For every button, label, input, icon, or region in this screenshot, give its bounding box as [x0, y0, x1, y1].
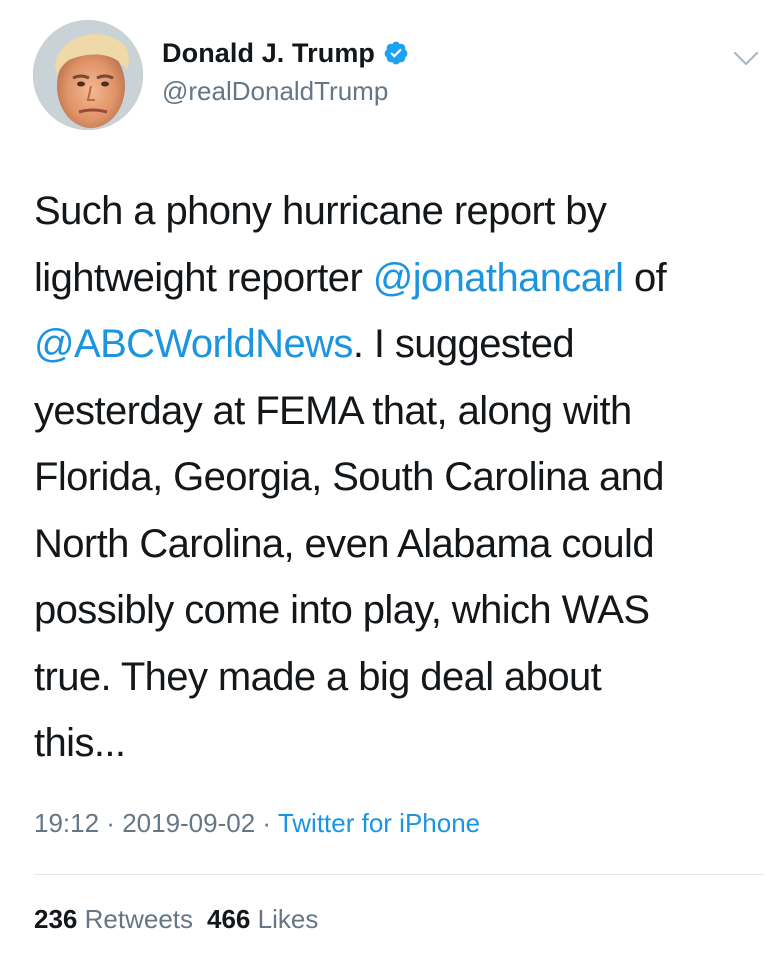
likes-stat[interactable]: 466 Likes: [207, 904, 318, 934]
likes-count: 466: [207, 904, 251, 934]
tweet-time[interactable]: 19:12: [34, 808, 99, 838]
meta-separator: ·: [255, 808, 278, 838]
profile-photo-icon: [33, 20, 143, 130]
tweet-date[interactable]: 2019-09-02: [122, 808, 255, 838]
tweet-card: Donald J. Trump @realDonaldTrump Such a …: [0, 0, 779, 960]
divider: [34, 874, 764, 875]
mention-link[interactable]: @jonathancarl: [373, 256, 624, 300]
display-name[interactable]: Donald J. Trump: [162, 38, 375, 69]
tweet-text-segment: of: [633, 255, 667, 300]
author-info: Donald J. Trump @realDonaldTrump: [162, 34, 409, 107]
user-handle[interactable]: @realDonaldTrump: [162, 76, 409, 107]
retweets-count: 236: [34, 904, 78, 934]
tweet-meta: 19:12 · 2019-09-02 · Twitter for iPhone: [34, 808, 480, 839]
likes-label: Likes: [257, 904, 319, 934]
avatar[interactable]: [33, 20, 143, 130]
tweet-stats: 236 Retweets 466 Likes: [34, 904, 318, 935]
mention-link[interactable]: @ABCWorldNews: [34, 322, 353, 366]
retweets-stat[interactable]: 236 Retweets: [34, 904, 193, 934]
meta-separator: ·: [99, 808, 123, 838]
retweets-label: Retweets: [84, 904, 194, 934]
tweet-text: Such a phony hurricane report by lightwe…: [34, 178, 754, 777]
chevron-down-icon[interactable]: [733, 50, 759, 68]
tweet-text-segment: . I suggested yesterday at FEMA that, al…: [34, 322, 664, 765]
verified-badge-icon: [383, 40, 409, 66]
tweet-source-link[interactable]: Twitter for iPhone: [278, 808, 480, 838]
